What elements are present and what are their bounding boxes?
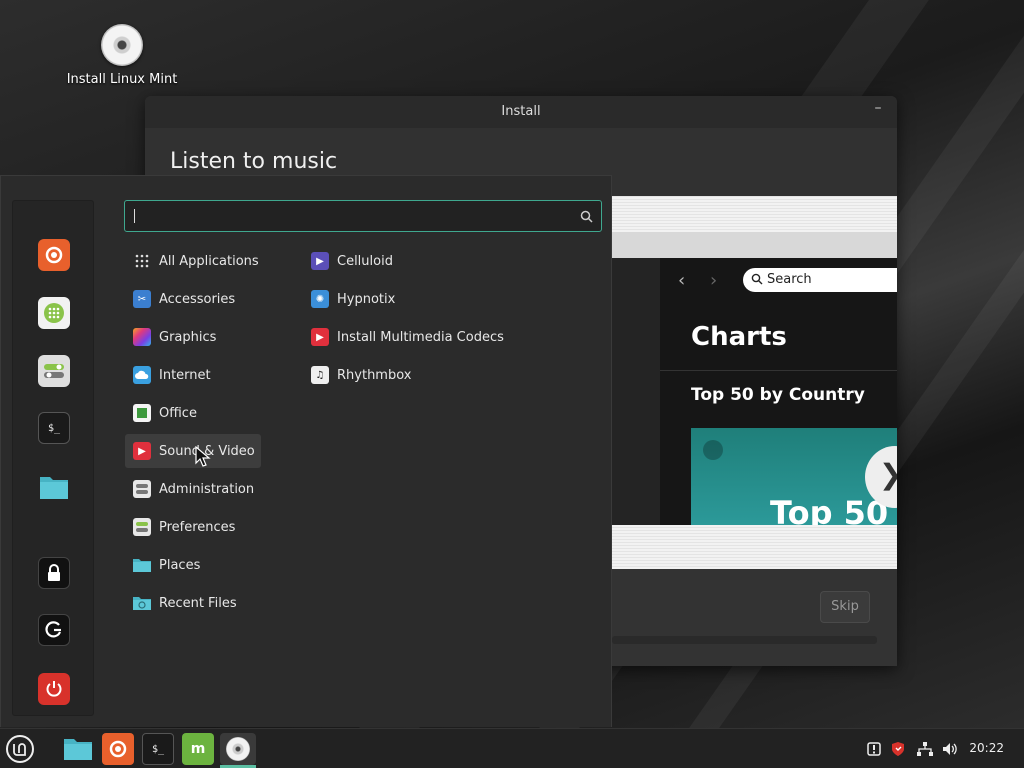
spotify-logo-icon xyxy=(703,440,723,460)
power-icon[interactable] xyxy=(38,673,70,705)
admin-icon xyxy=(133,480,151,498)
spotify-search-field: Search xyxy=(743,268,897,292)
shield-icon[interactable] xyxy=(890,741,906,757)
app-label: Rhythmbox xyxy=(337,367,412,383)
category-recent-files[interactable]: Recent Files xyxy=(125,586,261,620)
category-label: Accessories xyxy=(159,291,236,307)
minimize-button[interactable]: – xyxy=(869,100,887,122)
play-icon: ▶ xyxy=(133,442,151,460)
settings-toggle-icon[interactable] xyxy=(38,355,70,387)
category-label: Graphics xyxy=(159,329,217,345)
firefox-icon[interactable] xyxy=(102,733,134,765)
files-icon[interactable] xyxy=(38,471,70,503)
music-note-icon: ♫ xyxy=(311,366,329,384)
category-internet[interactable]: Internet xyxy=(125,358,261,392)
app-celluloid[interactable]: ▶ Celluloid xyxy=(304,244,393,278)
codecs-play-icon: ▶ xyxy=(311,328,329,346)
app-rhythmbox[interactable]: ♫ Rhythmbox xyxy=(304,358,411,392)
category-accessories[interactable]: ✂ Accessories xyxy=(125,282,261,316)
search-icon xyxy=(580,210,593,223)
category-sound-video[interactable]: ▶ Sound & Video xyxy=(125,434,261,468)
category-label: Administration xyxy=(159,481,255,497)
category-label: Preferences xyxy=(159,519,236,535)
terminal-icon[interactable]: $_ xyxy=(38,412,70,444)
category-all-applications[interactable]: All Applications xyxy=(125,244,261,278)
search-icon xyxy=(751,273,763,285)
slide-panel xyxy=(611,258,660,527)
volume-icon[interactable] xyxy=(942,741,958,757)
scissors-icon: ✂ xyxy=(133,290,151,308)
top50-card-text: Top 50 xyxy=(770,494,889,528)
category-label: Office xyxy=(159,405,197,421)
menu-search-input[interactable] xyxy=(124,200,602,232)
desktop-icon-label: Install Linux Mint xyxy=(66,72,178,87)
cloud-icon xyxy=(133,366,151,384)
slide-heading: Listen to music xyxy=(170,149,338,174)
mouse-pointer-icon xyxy=(195,446,211,467)
files-icon[interactable] xyxy=(62,733,94,765)
category-administration[interactable]: Administration xyxy=(125,472,261,506)
app-install-multimedia-codecs[interactable]: ▶ Install Multimedia Codecs xyxy=(304,320,504,354)
window-titlebar[interactable]: Install – xyxy=(145,96,897,128)
window-title: Install xyxy=(501,104,541,119)
firefox-icon[interactable] xyxy=(38,239,70,271)
app-hypnotix[interactable]: ✺ Hypnotix xyxy=(304,282,395,316)
app-label: Install Multimedia Codecs xyxy=(337,329,504,345)
category-graphics[interactable]: Graphics xyxy=(125,320,261,354)
update-manager-icon[interactable] xyxy=(866,741,882,757)
disc-icon xyxy=(101,24,143,66)
clock[interactable]: 20:22 xyxy=(969,741,1004,755)
category-label: Internet xyxy=(159,367,211,383)
start-menu: $_ All Applications ✂ Accessories Graphi… xyxy=(0,175,612,727)
forward-icon: › xyxy=(710,270,718,291)
graphics-icon xyxy=(133,328,151,346)
slideshow-progress xyxy=(612,636,877,644)
installer-disc-icon[interactable] xyxy=(220,733,256,765)
app-label: Celluloid xyxy=(337,253,393,269)
terminal-icon[interactable]: $_ xyxy=(142,733,174,765)
network-icon[interactable] xyxy=(917,741,933,757)
app-label: Hypnotix xyxy=(337,291,396,307)
favorites-bar: $_ xyxy=(12,200,94,716)
folder-icon xyxy=(133,556,151,574)
mint-menu-icon[interactable] xyxy=(4,733,36,765)
charts-title: Charts xyxy=(691,322,787,352)
office-icon xyxy=(133,404,151,422)
recent-folder-icon xyxy=(133,594,151,612)
lock-icon[interactable] xyxy=(38,557,70,589)
taskbar: $_ m 20:22 xyxy=(0,728,1024,768)
skip-button[interactable]: Skip xyxy=(820,591,870,623)
category-label: Recent Files xyxy=(159,595,237,611)
celluloid-icon: ▶ xyxy=(311,252,329,270)
preferences-icon xyxy=(133,518,151,536)
back-icon: ‹ xyxy=(678,270,686,291)
spotify-search-placeholder: Search xyxy=(767,272,812,287)
category-office[interactable]: Office xyxy=(125,396,261,430)
logout-icon[interactable] xyxy=(38,614,70,646)
grid-icon xyxy=(133,252,151,270)
mintinstall-icon[interactable]: m xyxy=(182,733,214,765)
category-preferences[interactable]: Preferences xyxy=(125,510,261,544)
category-places[interactable]: Places xyxy=(125,548,261,582)
hypnotix-icon: ✺ xyxy=(311,290,329,308)
category-label: All Applications xyxy=(159,253,259,269)
top50-section-title: Top 50 by Country xyxy=(691,385,865,405)
category-label: Places xyxy=(159,557,201,573)
desktop-icon-install-linux-mint[interactable]: Install Linux Mint xyxy=(66,24,178,87)
spotify-panel: ‹ › Search Charts Top 50 by Country Top … xyxy=(660,258,897,528)
divider xyxy=(660,370,897,371)
text-cursor xyxy=(134,209,135,223)
software-manager-icon[interactable] xyxy=(38,297,70,329)
